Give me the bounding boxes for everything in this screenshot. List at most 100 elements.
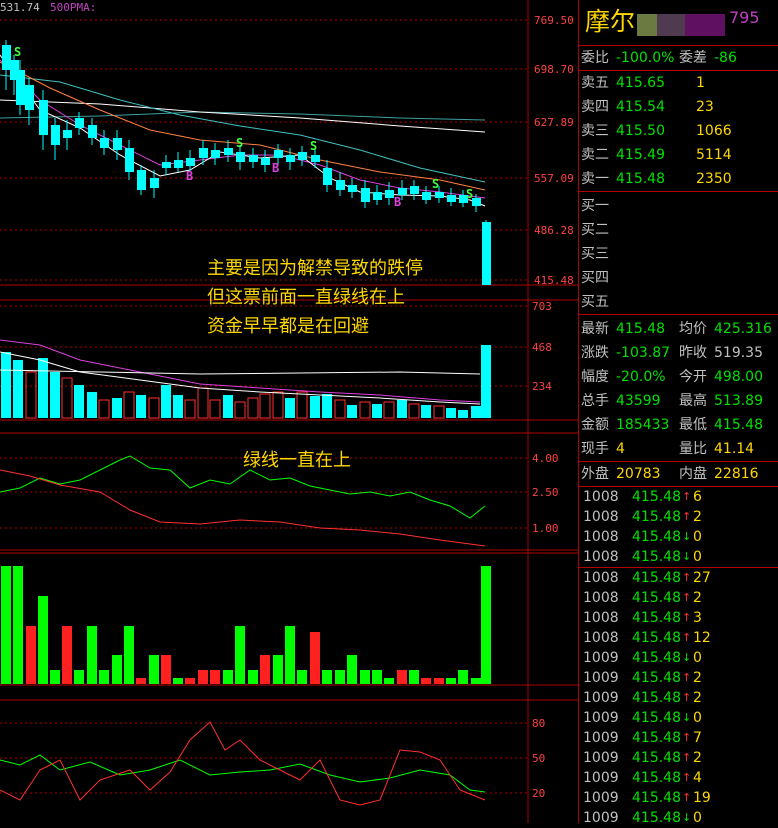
candle-body — [447, 195, 456, 202]
volume-bar — [421, 405, 431, 418]
tick-row: 1008 415.48 ↑ 6 — [579, 487, 778, 507]
kline-chart-area[interactable]: 769.50 698.70 627.89 557.09 486.28 415.48 703 4… — [0, 0, 578, 823]
candle-body — [298, 152, 307, 160]
stat-label: 最低 — [679, 417, 707, 433]
buy-label: 买一 — [581, 198, 609, 214]
tick-volume: 0 — [693, 549, 702, 565]
volume-bar — [197, 387, 209, 419]
signal-marker: S — [236, 136, 243, 150]
candle-body — [211, 150, 220, 158]
tick-time: 1008 — [583, 590, 619, 606]
tick-price: 415.48 — [632, 549, 681, 565]
outer-value: 20783 — [616, 466, 661, 482]
tick-row: 1009 415.48 ↓ 0 — [579, 808, 778, 828]
volume-bar — [481, 345, 491, 418]
buy-label: 买四 — [581, 270, 609, 286]
volume-bar — [259, 393, 271, 419]
tick-price: 415.48 — [632, 610, 681, 626]
tick-direction-icon: ↑ — [682, 571, 692, 584]
volume-bar — [50, 372, 60, 418]
stock-header[interactable]: 摩尔 795 — [579, 0, 778, 46]
sell-row: 卖五 415.65 1 — [579, 71, 778, 95]
tick-price: 415.48 — [632, 489, 681, 505]
annotation-line: 资金早早都是在回避 — [207, 316, 369, 337]
volume-bar — [98, 399, 110, 419]
indicator-bar — [26, 626, 36, 684]
candle-body — [410, 186, 419, 194]
indicator-bar — [87, 626, 97, 684]
indicator-axis-label: 80 — [532, 717, 545, 730]
outer-inner-row: 外盘 20783 内盘 22816 — [579, 462, 778, 487]
tick-volume: 0 — [693, 529, 702, 545]
tick-direction-icon: ↓ — [682, 711, 692, 724]
indicator-bar — [235, 626, 245, 684]
indicator-bar — [248, 670, 258, 684]
indicator-bar — [360, 670, 370, 684]
tick-time: 1009 — [583, 670, 619, 686]
sell-price: 415.50 — [616, 123, 665, 139]
stats-row: 涨跌 -103.87 昨收 519.35 — [579, 341, 778, 365]
tick-time: 1009 — [583, 710, 619, 726]
sell-label: 卖五 — [581, 75, 609, 91]
indicator-bar — [1, 566, 11, 684]
sell-row: 卖二 415.49 5114 — [579, 143, 778, 167]
tick-row: 1008 415.48 ↑ 12 — [579, 628, 778, 648]
stat-label: 总手 — [581, 393, 609, 409]
indicator-bar — [335, 670, 345, 684]
candle-body — [261, 158, 270, 165]
candle-body — [51, 125, 60, 145]
volume-bar — [272, 391, 284, 419]
quote-panel: 摩尔 795 委比 -100.0% 委差 -86 卖五 415.65 1 卖四 415… — [578, 0, 778, 826]
indicator-bar — [285, 626, 295, 684]
stat-label: 最新 — [581, 321, 609, 337]
stat-value: 513.89 — [714, 393, 763, 409]
volume-bar — [296, 391, 308, 419]
volume-bar — [397, 400, 407, 418]
sell-row: 卖四 415.54 23 — [579, 95, 778, 119]
volume-bar — [1, 352, 11, 418]
stat-label: 昨收 — [679, 345, 707, 361]
annotation-line: 但这票前面一直绿线在上 — [207, 287, 405, 308]
tick-price: 415.48 — [632, 730, 681, 746]
wb-value: -100.0% — [616, 50, 675, 66]
candle-body — [39, 100, 48, 135]
candle-body — [249, 155, 258, 162]
tick-time: 1008 — [583, 570, 619, 586]
tick-price: 415.48 — [632, 710, 681, 726]
stat-label: 量比 — [679, 441, 707, 457]
tick-direction-icon: ↑ — [682, 510, 692, 523]
tick-volume: 19 — [693, 790, 711, 806]
tick-list[interactable]: 1008 415.48 ↑ 6 1008 415.48 ↑ 2 1008 415.48 ↓ 0 1008… — [579, 487, 778, 828]
order-ratio-row: 委比 -100.0% 委差 -86 — [579, 46, 778, 71]
stat-label: 最高 — [679, 393, 707, 409]
tick-direction-icon: ↑ — [682, 591, 692, 604]
candle-body — [125, 148, 134, 172]
volume-bar — [408, 403, 420, 419]
sell-label: 卖一 — [581, 171, 609, 187]
tick-volume: 2 — [693, 590, 702, 606]
signal-marker: S — [432, 177, 439, 191]
volume-bar — [25, 371, 37, 419]
tick-time: 1009 — [583, 690, 619, 706]
candle-body — [2, 45, 11, 70]
candle-body — [100, 138, 109, 148]
volume-bar — [148, 397, 160, 419]
volume-axis-label: 468 — [532, 341, 552, 354]
sell-book: 卖五 415.65 1 卖四 415.54 23 卖三 415.50 1066 卖二 415.… — [579, 71, 778, 192]
sell-price: 415.65 — [616, 75, 665, 91]
stats-row: 幅度 -20.0% 今开 498.00 — [579, 365, 778, 389]
chart-canvas[interactable]: 769.50 698.70 627.89 557.09 486.28 415.48 703 4… — [0, 0, 578, 823]
tick-time: 1008 — [583, 549, 619, 565]
candle-body — [274, 150, 283, 158]
tick-row: 1009 415.48 ↑ 19 — [579, 788, 778, 808]
sell-label: 卖二 — [581, 147, 609, 163]
candle-body — [150, 178, 159, 188]
volume-bar — [471, 406, 481, 418]
sell-price: 415.48 — [616, 171, 665, 187]
indicator-bar — [481, 566, 491, 684]
candle-body — [75, 118, 84, 128]
annotation-indicator: 绿线一直在上 — [243, 450, 351, 471]
tick-volume: 6 — [693, 489, 702, 505]
volume-bar — [38, 358, 48, 418]
volume-bar — [458, 410, 468, 418]
